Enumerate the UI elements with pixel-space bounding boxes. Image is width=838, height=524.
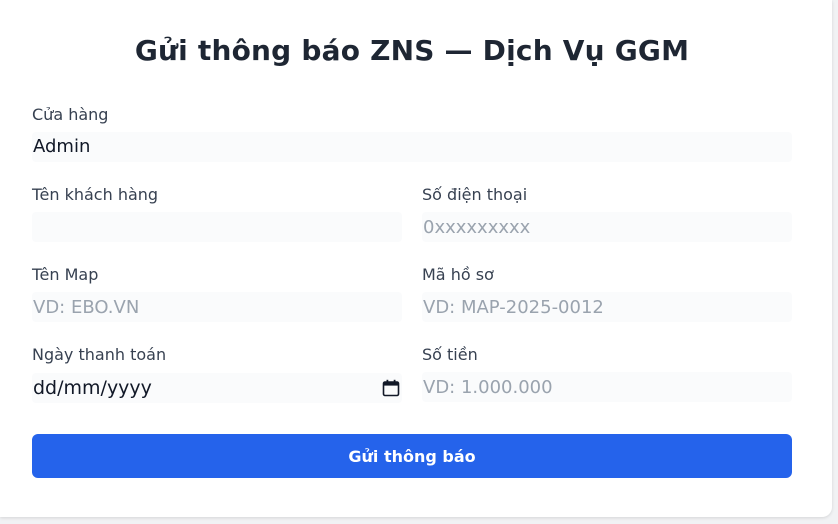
record-id-input[interactable] bbox=[423, 292, 792, 322]
store-label: Cửa hàng bbox=[32, 105, 109, 124]
phone-input[interactable] bbox=[423, 212, 792, 242]
payment-date-value: dd/mm/yyyy bbox=[33, 377, 152, 399]
payment-date-field[interactable]: dd/mm/yyyy bbox=[32, 373, 402, 403]
store-field[interactable]: Admin bbox=[32, 132, 792, 162]
form-card: Gửi thông báo ZNS — Dịch Vụ GGM Cửa hàng… bbox=[0, 0, 832, 517]
amount-input[interactable] bbox=[423, 372, 792, 402]
customer-name-input[interactable] bbox=[33, 212, 402, 242]
map-name-field[interactable] bbox=[32, 292, 402, 322]
phone-label: Số điện thoại bbox=[422, 185, 528, 204]
record-id-label: Mã hồ sơ bbox=[422, 265, 494, 284]
calendar-icon[interactable] bbox=[382, 379, 400, 397]
map-name-input[interactable] bbox=[33, 292, 402, 322]
amount-field[interactable] bbox=[422, 372, 792, 402]
amount-label: Số tiền bbox=[422, 345, 478, 364]
phone-field[interactable] bbox=[422, 212, 792, 242]
record-id-field[interactable] bbox=[422, 292, 792, 322]
customer-name-field[interactable] bbox=[32, 212, 402, 242]
store-value: Admin bbox=[33, 136, 91, 157]
payment-date-label: Ngày thanh toán bbox=[32, 345, 167, 364]
customer-name-label: Tên khách hàng bbox=[32, 185, 159, 204]
submit-button[interactable]: Gửi thông báo bbox=[32, 434, 792, 478]
page-title: Gửi thông báo ZNS — Dịch Vụ GGM bbox=[134, 34, 690, 67]
map-name-label: Tên Map bbox=[32, 265, 99, 284]
